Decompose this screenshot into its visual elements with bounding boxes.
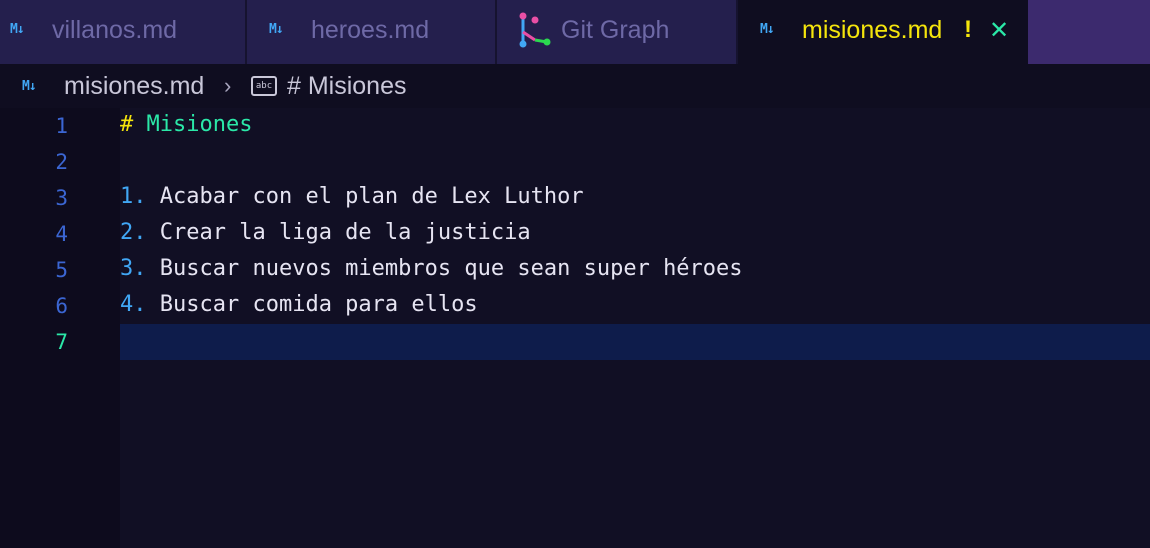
chevron-right-icon: › bbox=[224, 73, 232, 98]
tab-bar: M↓ villanos.md M↓ heroes.md Git Graph M↓… bbox=[0, 0, 1150, 64]
list-item-text: Buscar comida para ellos bbox=[159, 292, 478, 317]
tab-label: villanos.md bbox=[52, 16, 178, 44]
markdown-icon: M↓ bbox=[269, 22, 284, 37]
line-number-gutter bbox=[0, 108, 120, 548]
line-number: 4 bbox=[55, 222, 68, 246]
heading-marker: # bbox=[120, 112, 134, 137]
list-marker: 2. bbox=[120, 220, 147, 245]
breadcrumb-symbol[interactable]: # Misiones bbox=[287, 72, 407, 101]
markdown-icon: M↓ bbox=[10, 22, 25, 37]
symbol-string-icon: abc bbox=[251, 76, 277, 96]
list-marker: 4. bbox=[120, 292, 147, 317]
code-line-list-item[interactable]: 4. Buscar comida para ellos bbox=[120, 292, 478, 317]
list-item-text: Acabar con el plan de Lex Luthor bbox=[159, 184, 584, 209]
markdown-icon: M↓ bbox=[22, 79, 37, 94]
tab-heroes[interactable]: M↓ heroes.md bbox=[247, 0, 497, 64]
code-line-list-item[interactable]: 1. Acabar con el plan de Lex Luthor bbox=[120, 184, 584, 209]
breadcrumb-file[interactable]: misiones.md bbox=[64, 72, 204, 101]
line-number: 5 bbox=[55, 258, 68, 282]
line-number: 1 bbox=[55, 114, 68, 138]
breadcrumb: M↓ misiones.md › abc # Misiones bbox=[0, 64, 1150, 108]
code-line-list-item[interactable]: 2. Crear la liga de la justicia bbox=[120, 220, 531, 245]
list-item-text: Crear la liga de la justicia bbox=[159, 220, 531, 245]
line-number: 6 bbox=[55, 294, 68, 318]
list-marker: 3. bbox=[120, 256, 147, 281]
code-line-list-item[interactable]: 3. Buscar nuevos miembros que sean super… bbox=[120, 256, 743, 281]
line-number: 3 bbox=[55, 186, 68, 210]
git-graph-icon bbox=[519, 12, 551, 48]
unsaved-indicator: ! bbox=[964, 16, 972, 43]
tab-label: misiones.md bbox=[802, 16, 943, 44]
tab-label: Git Graph bbox=[561, 16, 670, 44]
tab-misiones[interactable]: M↓ misiones.md ! ✕ bbox=[738, 0, 1028, 64]
markdown-icon: M↓ bbox=[760, 22, 775, 37]
tab-label: heroes.md bbox=[311, 16, 430, 44]
tab-bar-empty-area bbox=[1028, 0, 1150, 64]
heading-text: Misiones bbox=[146, 112, 253, 137]
current-line-highlight bbox=[120, 324, 1150, 360]
line-number: 2 bbox=[55, 150, 68, 174]
list-marker: 1. bbox=[120, 184, 147, 209]
line-number-current: 7 bbox=[55, 330, 68, 354]
close-icon[interactable]: ✕ bbox=[989, 16, 1009, 45]
tab-villanos[interactable]: M↓ villanos.md bbox=[0, 0, 247, 64]
code-line-heading[interactable]: # Misiones bbox=[120, 112, 252, 137]
tab-git-graph[interactable]: Git Graph bbox=[497, 0, 738, 64]
list-item-text: Buscar nuevos miembros que sean super hé… bbox=[159, 256, 743, 281]
